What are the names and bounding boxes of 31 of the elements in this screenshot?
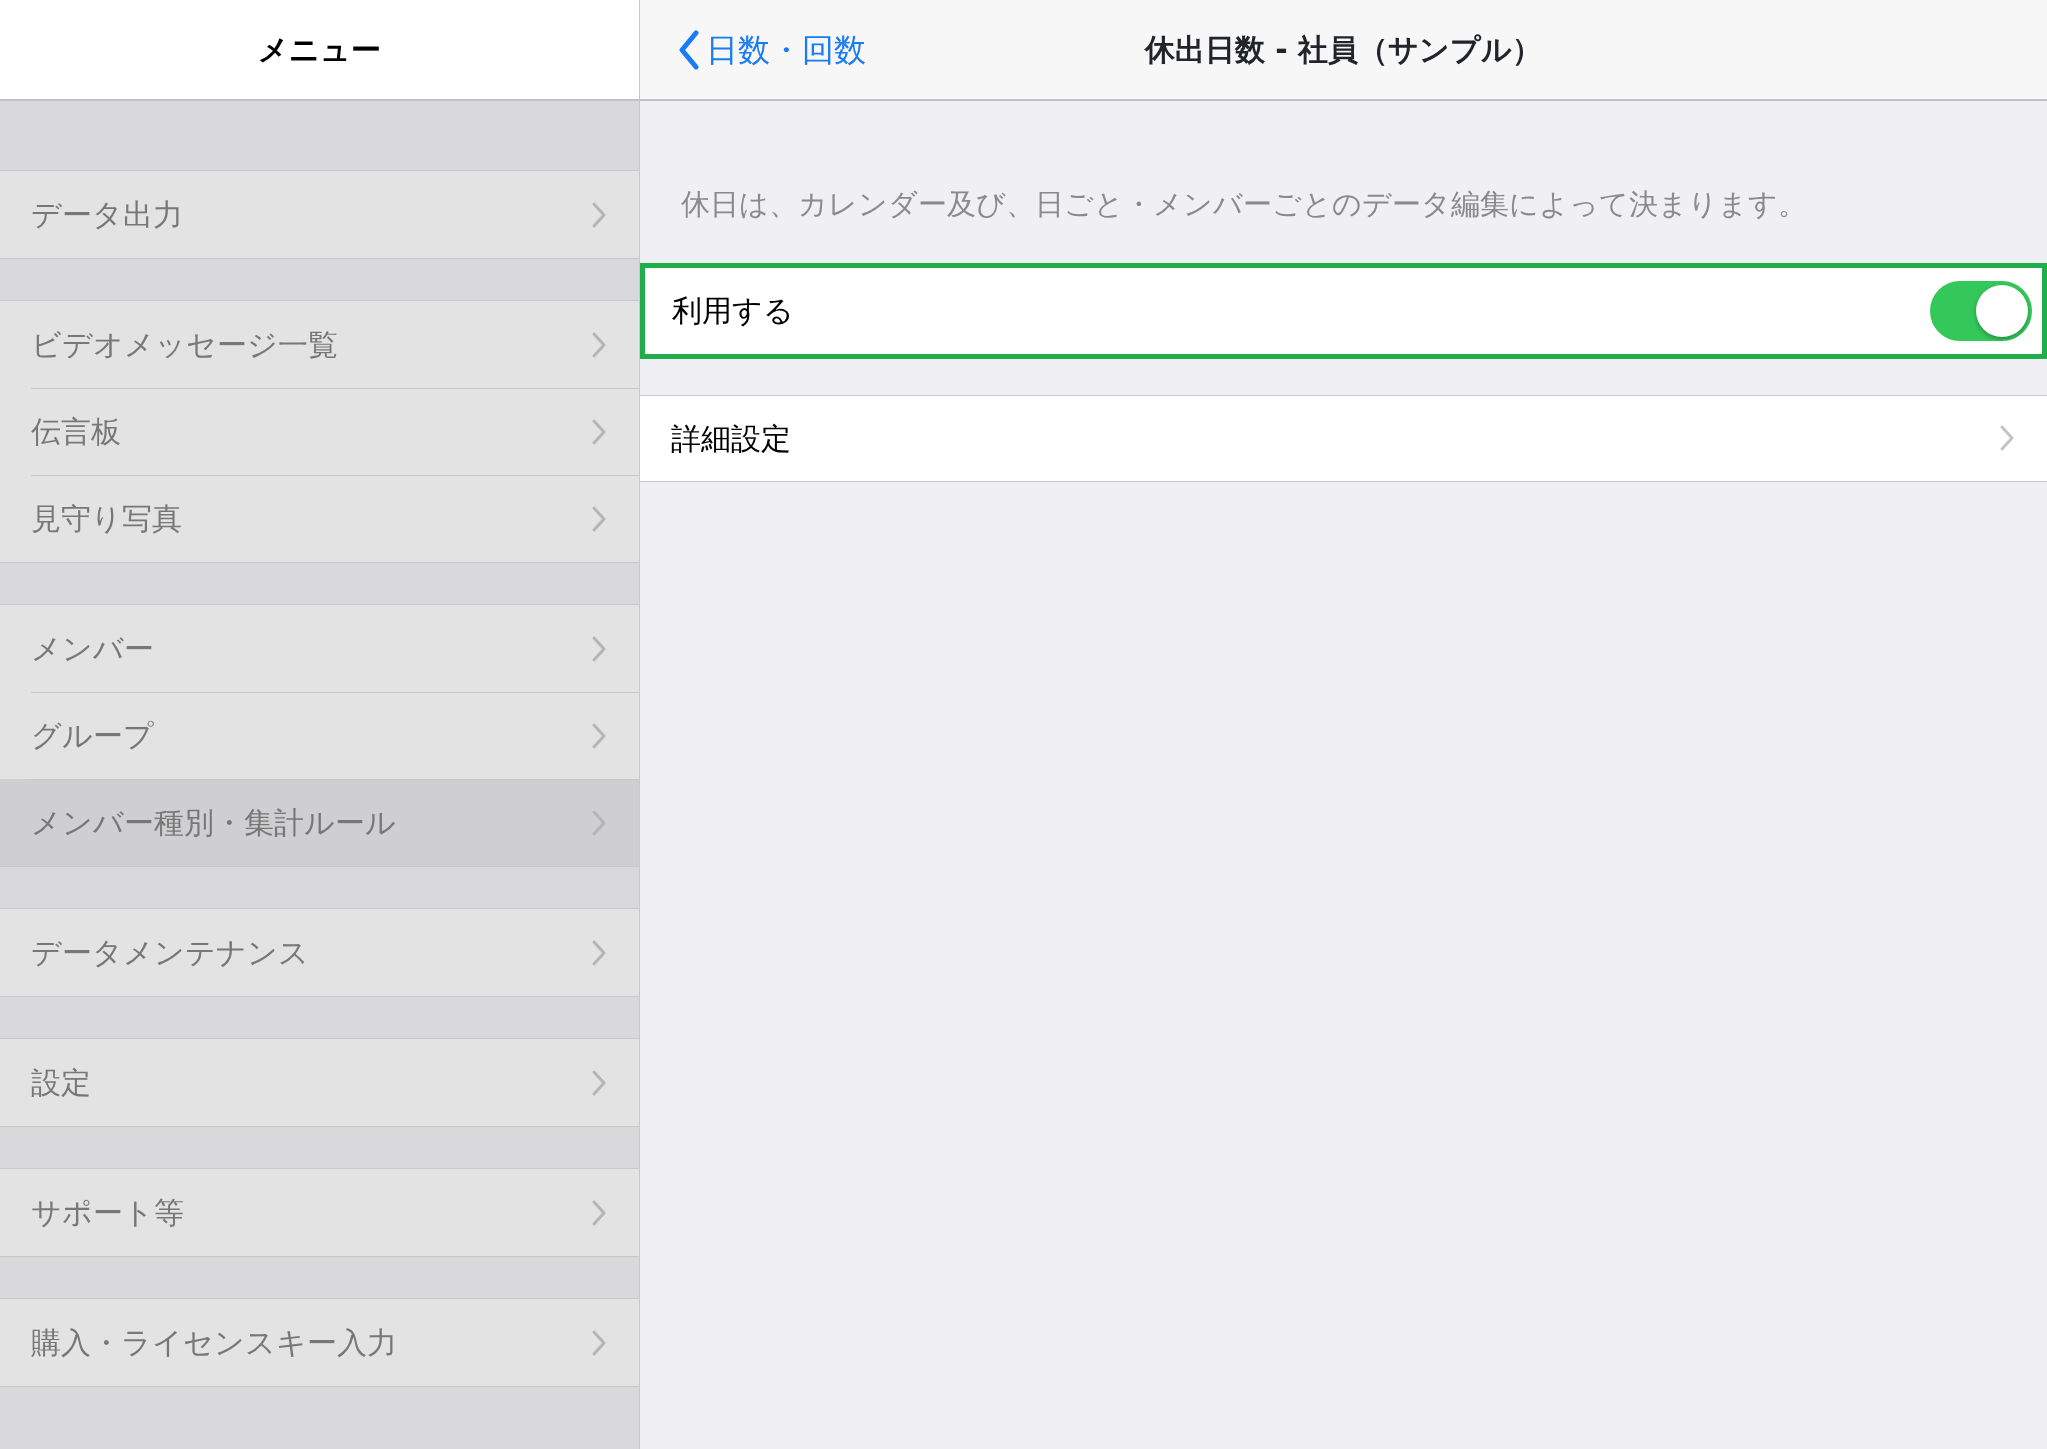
chevron-right-icon	[591, 200, 607, 229]
menu-item[interactable]: 設定	[0, 1039, 639, 1126]
menu-item[interactable]: データメンテナンス	[0, 909, 639, 996]
menu-item[interactable]: サポート等	[0, 1169, 639, 1256]
chevron-right-icon	[1999, 424, 2015, 452]
settings-row[interactable]: 詳細設定	[640, 394, 2047, 482]
sidebar-title: メニュー	[258, 31, 381, 69]
back-button[interactable]: 日数・回数	[640, 24, 872, 75]
chevron-right-icon	[591, 1068, 607, 1097]
chevron-right-icon	[591, 330, 607, 359]
chevron-right-icon	[591, 1328, 607, 1357]
chevron-right-icon	[591, 808, 607, 837]
menu-item[interactable]: メンバー	[0, 605, 639, 692]
back-chevron-icon	[678, 29, 700, 70]
menu-item[interactable]: グループ	[0, 692, 639, 779]
info-text: 休日は、カレンダー及び、日ごと・メンバーごとのデータ編集によって決まります。	[680, 186, 1808, 223]
menu-item[interactable]: 購入・ライセンスキー入力	[0, 1299, 639, 1386]
menu-item[interactable]: 見守り写真	[0, 475, 639, 562]
chevron-right-icon	[591, 634, 607, 663]
row-label: 利用する	[672, 292, 794, 330]
chevron-right-icon	[591, 504, 607, 533]
row-label: 詳細設定	[671, 419, 791, 458]
page-title: 休出日数 - 社員（サンプル）	[1144, 31, 1543, 69]
chevron-right-icon	[591, 938, 607, 967]
chevron-right-icon	[591, 1198, 607, 1227]
chevron-right-icon	[591, 721, 607, 750]
menu-item[interactable]: ビデオメッセージ一覧	[0, 301, 639, 388]
menu-item[interactable]: データ出力	[0, 171, 639, 258]
chevron-right-icon	[591, 417, 607, 446]
menu-item[interactable]: メンバー種別・集計ルール	[0, 779, 639, 866]
menu-item[interactable]: 伝言板	[0, 388, 639, 475]
